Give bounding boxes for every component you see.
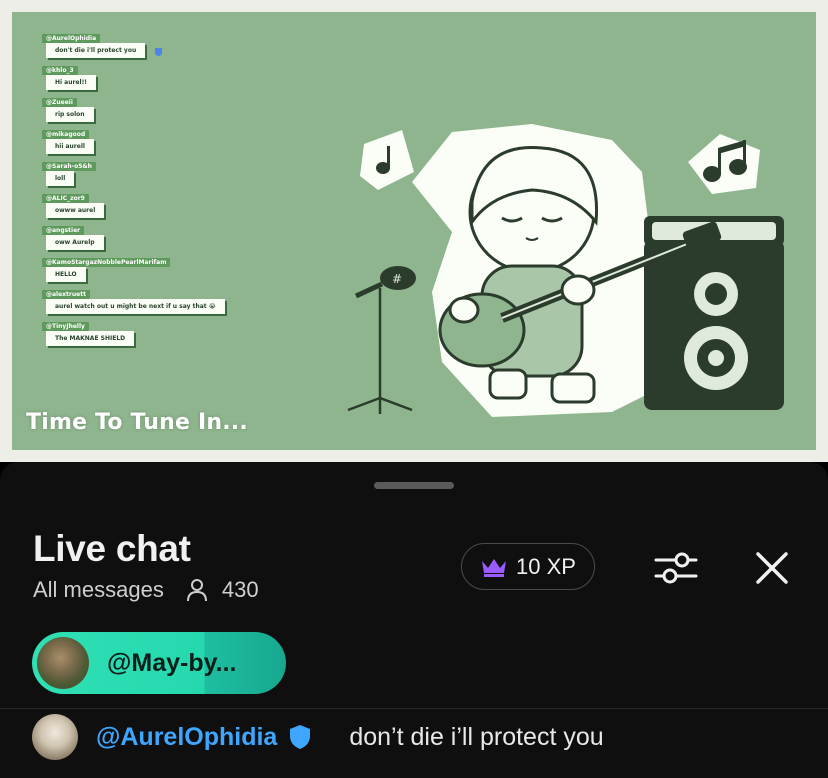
xp-label: 10 XP	[516, 553, 576, 579]
chat-filter-label[interactable]: All messages	[33, 577, 164, 603]
overlay-chat-text: aurel watch out u might be next if u say…	[46, 299, 225, 314]
music-note-card-left	[360, 130, 414, 190]
overlay-chat-author: @khlo_3	[42, 66, 78, 75]
overlay-chat-text: The MAKNAE SHIELD	[46, 331, 135, 346]
chat-filter-row[interactable]: All messages 430	[33, 577, 259, 603]
message-text: don’t die i’ll protect you	[349, 722, 604, 751]
overlay-chat-author: @ALIC_zor9	[42, 194, 89, 203]
avatar[interactable]	[32, 714, 78, 760]
music-note-card-right	[688, 134, 760, 194]
shield-icon	[290, 725, 311, 749]
divider	[0, 708, 828, 709]
message-author[interactable]: @AurelOphidia	[96, 723, 277, 752]
speaker-icon	[644, 216, 784, 410]
live-chat-sheet: Live chat All messages 430 10 XP @May-by…	[0, 462, 828, 778]
crown-icon	[482, 558, 507, 577]
overlay-chat-text: HELLO	[46, 267, 86, 282]
overlay-chat-text: rip solon	[46, 107, 94, 122]
xp-button[interactable]: 10 XP	[461, 543, 595, 590]
svg-text:#: #	[392, 272, 402, 286]
drag-handle[interactable]	[374, 482, 454, 489]
pinned-donation-chip[interactable]: @May-by...	[32, 632, 286, 694]
overlay-chat-text: hii aurell	[46, 139, 94, 154]
person-icon	[186, 579, 207, 602]
shield-icon	[155, 48, 162, 56]
overlay-chat-text: oww Aurelp	[46, 235, 104, 250]
sliders-icon[interactable]	[652, 548, 700, 588]
stream-frame: # @AurelOphidia don't die i'll protect y…	[12, 12, 816, 450]
overlay-chat-author: @mikagood	[42, 130, 90, 139]
overlay-chat-author: @Zueeii	[42, 98, 77, 107]
overlay-chat-text: owww aurel	[46, 203, 105, 218]
overlay-chat-author: @angstier	[42, 226, 85, 235]
stream-illustration: #	[347, 124, 784, 417]
viewer-count: 430	[221, 577, 259, 602]
overlay-chat-author: @Sarah-o5&h	[42, 162, 96, 171]
chat-message[interactable]: @AurelOphidia don’t die i’ll protect you	[32, 714, 604, 760]
overlay-chat-text: loll	[46, 171, 75, 186]
video-player[interactable]: # @AurelOphidia don't die i'll protect y…	[0, 0, 828, 462]
microphone-icon: #	[347, 266, 416, 414]
overlay-chat-text: Hi aurel!!	[46, 75, 97, 90]
overlay-chat-author: @TinyJhelly	[42, 322, 89, 331]
overlay-chat-author: @alextruett	[42, 290, 90, 299]
overlay-chat-author: @KamoStargazNobblePearlMarifam	[42, 258, 171, 267]
chip-author: @May-by...	[107, 648, 237, 677]
overlay-chat-author: @AurelOphidia	[42, 34, 101, 43]
avatar	[37, 637, 89, 689]
close-icon[interactable]	[750, 546, 794, 590]
overlay-chat-text: don't die i'll protect you	[46, 43, 146, 58]
stream-title-overlay: Time To Tune In...	[26, 410, 248, 435]
overlay-chat-text-content: don't die i'll protect you	[55, 47, 137, 54]
page-title: Live chat	[33, 528, 191, 569]
